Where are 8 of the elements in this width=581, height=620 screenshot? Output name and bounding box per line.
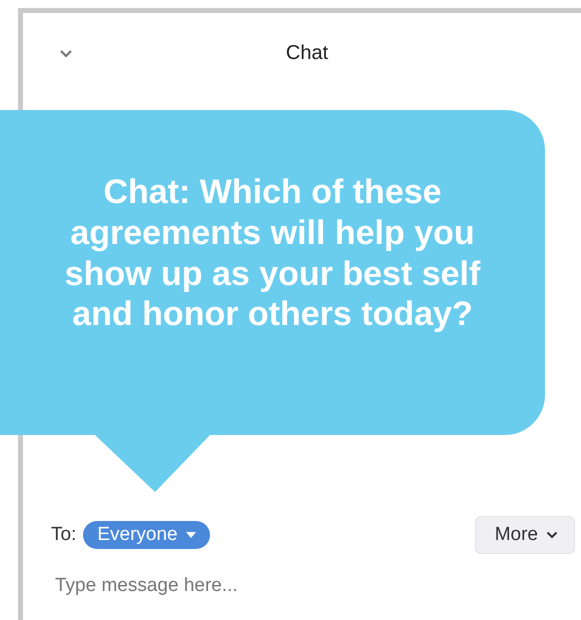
chat-title: Chat [286, 42, 328, 64]
chevron-down-icon [546, 531, 558, 539]
recipient-dropdown[interactable]: Everyone [83, 521, 210, 549]
to-label: To: [51, 524, 76, 546]
callout-text: Chat: Which of these agreements will help you show up as your best self and honor others today? [64, 172, 482, 336]
dropdown-triangle-icon [186, 532, 196, 538]
more-button[interactable]: More [474, 516, 575, 554]
collapse-chevron-icon[interactable] [59, 49, 73, 59]
